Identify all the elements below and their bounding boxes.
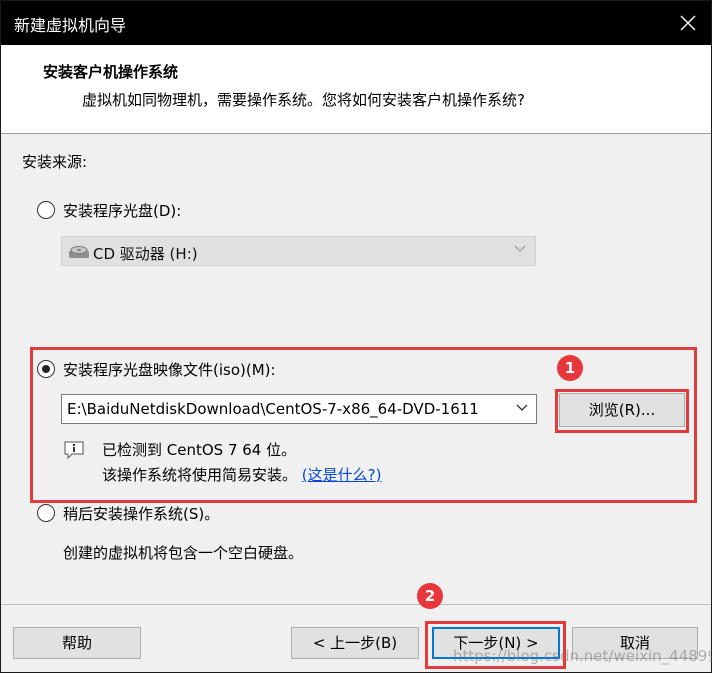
chevron-down-icon (514, 245, 526, 252)
page-title: 安装客户机操作系统 (43, 63, 179, 81)
install-source-label: 安装来源: (22, 153, 88, 171)
wizard-window: 新建虚拟机向导 安装客户机操作系统 虚拟机如同物理机，需要操作系统。您将如何安装… (0, 0, 712, 673)
next-highlight-box (425, 621, 566, 669)
annotation-badge-2: 2 (417, 583, 443, 609)
disc-drive-icon (69, 246, 89, 258)
footer-divider (1, 604, 711, 605)
radio-install-later[interactable] (37, 504, 55, 522)
radio-install-disc[interactable] (37, 201, 55, 219)
browse-highlight-box (555, 389, 689, 433)
title-bar: 新建虚拟机向导 (1, 1, 711, 45)
window-title: 新建虚拟机向导 (14, 16, 127, 35)
help-button[interactable]: 帮助 (13, 627, 141, 659)
install-later-description: 创建的虚拟机将包含一个空白硬盘。 (63, 544, 304, 562)
back-button[interactable]: < 上一步(B) (291, 627, 419, 659)
close-button[interactable] (665, 1, 711, 45)
close-icon (680, 15, 696, 31)
page-subtitle: 虚拟机如同物理机，需要操作系统。您将如何安装客户机操作系统? (82, 91, 525, 109)
cd-drive-value: CD 驱动器 (H:) (93, 245, 198, 263)
radio-install-later-label[interactable]: 稍后安装操作系统(S)。 (63, 503, 219, 524)
annotation-badge-1: 1 (557, 355, 583, 381)
wizard-header: 安装客户机操作系统 虚拟机如同物理机，需要操作系统。您将如何安装客户机操作系统? (1, 45, 711, 134)
cd-drive-select: CD 驱动器 (H:) (61, 236, 536, 266)
radio-install-disc-label[interactable]: 安装程序光盘(D): (63, 200, 181, 221)
